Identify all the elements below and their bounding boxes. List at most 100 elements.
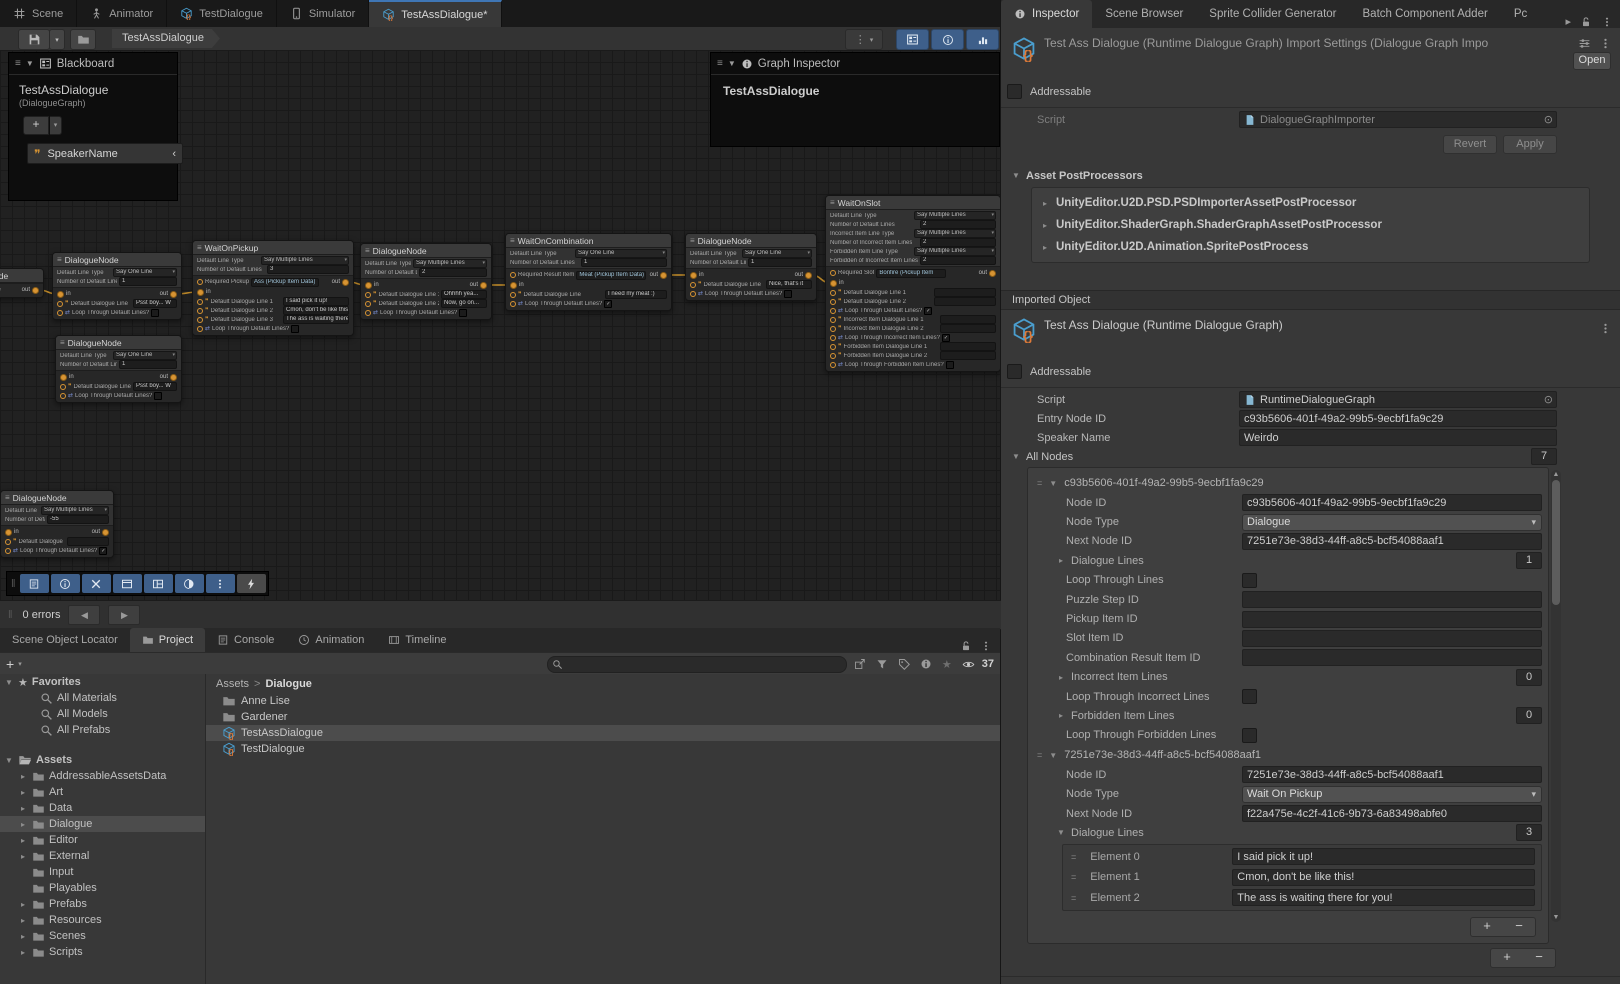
object-field[interactable]: Meat (Pickup Item Data) xyxy=(576,271,646,280)
postprocessor-item[interactable]: ▸UnityEditor.ShaderGraph.ShaderGraphAsse… xyxy=(1032,214,1589,236)
port-icon[interactable] xyxy=(102,529,109,536)
toggle-minimap-button[interactable] xyxy=(966,29,999,50)
graph-node-waitonpickup[interactable]: ≡WaitOnPickupDefault Line TypeSay Multip… xyxy=(192,240,354,336)
node-text-field[interactable]: I said pick it up! xyxy=(283,297,349,306)
addressable-checkbox[interactable] xyxy=(1007,84,1022,99)
port-icon[interactable] xyxy=(830,280,837,287)
expand-arrow-icon[interactable]: ▸ xyxy=(18,900,28,909)
graph-node-waitoncombination[interactable]: ≡WaitOnCombinationDefault Line TypeSay O… xyxy=(505,233,672,311)
tab-console[interactable]: Console xyxy=(205,628,286,652)
text-field[interactable] xyxy=(1242,611,1542,628)
add-parameter-caret[interactable]: ▾ xyxy=(50,116,62,135)
dropdown-field[interactable]: Wait On Pickup xyxy=(1242,786,1542,803)
text-field[interactable] xyxy=(1242,591,1542,608)
file-item-testassdialogue[interactable]: {}TestAssDialogue xyxy=(206,725,1000,741)
expand-arrow-icon[interactable]: ▸ xyxy=(18,916,28,925)
object-picker-icon[interactable]: ⊙ xyxy=(1544,113,1553,126)
apply-button[interactable]: Apply xyxy=(1503,135,1557,154)
toolbar-info-button[interactable] xyxy=(51,574,80,593)
toolbar-tools-button[interactable] xyxy=(82,574,111,593)
tab-scene[interactable]: Scene xyxy=(0,0,77,27)
port-icon[interactable] xyxy=(690,272,697,279)
drag-handle-icon[interactable]: = xyxy=(1071,852,1076,862)
blackboard-panel[interactable]: ≡ ▼ Blackboard TestAssDialogue (Dialogue… xyxy=(8,52,178,201)
graph-canvas[interactable]: ≡ ▼ Blackboard TestAssDialogue (Dialogue… xyxy=(0,50,1000,600)
collapse-icon[interactable]: ▼ xyxy=(1048,751,1058,760)
toolbar-window-button[interactable] xyxy=(113,574,142,593)
node-dropdown[interactable]: Say One Line xyxy=(113,351,177,360)
port-icon[interactable] xyxy=(510,282,517,289)
expand-arrow-icon[interactable]: ▸ xyxy=(18,948,28,957)
toolbar-layout-button[interactable] xyxy=(144,574,173,593)
collapse-icon[interactable]: ▼ xyxy=(4,756,14,765)
scroll-tabs-icon[interactable]: ▸ xyxy=(1565,15,1571,28)
graph-node-dialoguenode[interactable]: ≡DialogueNodeDefault Line TypeSay One Li… xyxy=(52,252,182,320)
foldout-row[interactable]: ▼Dialogue Lines3 xyxy=(1028,823,1548,842)
node-text-field[interactable]: Now, go on... xyxy=(441,299,487,308)
prev-error-button[interactable]: ◀ xyxy=(68,605,100,625)
node-dropdown[interactable]: Say One Line xyxy=(742,249,812,258)
expand-arrow-icon[interactable]: ▸ xyxy=(1056,673,1066,682)
drag-handle-icon[interactable]: = xyxy=(1037,478,1042,488)
object-field[interactable]: Ass (Pickup Item Data) xyxy=(251,278,319,287)
node-title-bar[interactable]: ≡WaitOnCombination xyxy=(506,234,671,248)
dropdown-field[interactable]: Dialogue xyxy=(1242,514,1542,531)
breadcrumb-root[interactable]: Assets xyxy=(216,678,249,690)
node-dropdown[interactable]: Say One Line xyxy=(575,249,667,258)
drag-handle-icon[interactable]: = xyxy=(1071,893,1076,903)
inspector-tab-batch-component-adder[interactable]: Batch Component Adder xyxy=(1350,0,1501,28)
next-error-button[interactable]: ▶ xyxy=(108,605,140,625)
text-field[interactable]: 7251e73e-38d3-44ff-a8c5-bcf54088aaf1 xyxy=(1242,766,1542,783)
tree-folder-data[interactable]: ▸Data xyxy=(0,800,205,816)
add-parameter-button[interactable]: + xyxy=(23,116,49,135)
text-field[interactable]: Cmon, don't be like this! xyxy=(1232,869,1535,886)
node-title-bar[interactable]: ≡DialogueNode xyxy=(53,253,181,267)
file-item-gardener[interactable]: Gardener xyxy=(206,709,1000,725)
eye-icon[interactable] xyxy=(962,658,975,671)
text-field[interactable]: c93b5606-401f-49a2-99b5-9ecbf1fa9c29 xyxy=(1239,410,1557,427)
node-number-field[interactable]: 1 xyxy=(119,360,177,369)
node-text-field[interactable] xyxy=(940,315,996,324)
file-item-annelise[interactable]: Anne Lise xyxy=(206,693,1000,709)
port-icon[interactable] xyxy=(32,287,39,294)
toolbar-kebab-button[interactable] xyxy=(206,574,235,593)
node-number-field[interactable]: 2 xyxy=(920,220,996,229)
tree-folder-scripts[interactable]: ▸Scripts xyxy=(0,944,205,960)
node-entry-header[interactable]: =▼c93b5606-401f-49a2-99b5-9ecbf1fa9c29 xyxy=(1028,473,1548,493)
inspector-tab-inspector[interactable]: Inspector xyxy=(1001,0,1092,28)
node-entry-header[interactable]: =▼7251e73e-38d3-44ff-a8c5-bcf54088aaf1 xyxy=(1028,745,1548,765)
scroll-up-icon[interactable]: ▲ xyxy=(1551,471,1561,478)
open-asset-button[interactable] xyxy=(70,29,96,50)
node-checkbox[interactable]: ✓ xyxy=(604,300,612,308)
node-dropdown[interactable]: Say Multiple Lines xyxy=(914,247,996,256)
tree-folder-prefabs[interactable]: ▸Prefabs xyxy=(0,896,205,912)
tree-folder-scenes[interactable]: ▸Scenes xyxy=(0,928,205,944)
postprocessor-item[interactable]: ▸UnityEditor.U2D.Animation.SpritePostPro… xyxy=(1032,236,1589,258)
text-field[interactable]: f22a475e-4c2f-41c6-9b73-6a83498abfe0 xyxy=(1242,805,1542,822)
node-title-bar[interactable]: ≡DialogueNode xyxy=(361,244,491,258)
expand-arrow-icon[interactable]: ▸ xyxy=(1040,199,1050,208)
node-dropdown[interactable]: Say One Line xyxy=(113,268,177,277)
node-text-field[interactable] xyxy=(934,297,996,306)
tab-scene-object-locator[interactable]: Scene Object Locator xyxy=(0,628,130,652)
foldout-row[interactable]: ▸Forbidden Item Lines0 xyxy=(1028,706,1548,725)
revert-button[interactable]: Revert xyxy=(1443,135,1497,154)
expand-arrow-icon[interactable]: ▸ xyxy=(1040,221,1050,230)
tab-simulator[interactable]: Simulator xyxy=(277,0,369,27)
toolbar-doc-button[interactable] xyxy=(20,574,49,593)
postprocessors-foldout[interactable]: ▼Asset PostProcessors xyxy=(1001,166,1620,185)
addressable-checkbox[interactable] xyxy=(1007,364,1022,379)
node-text-field[interactable]: I need my meat :) xyxy=(605,290,667,299)
node-number-field[interactable]: 3 xyxy=(267,265,349,274)
element-row[interactable]: =Element 1Cmon, don't be like this! xyxy=(1063,867,1541,888)
open-search-window-icon[interactable] xyxy=(854,658,866,670)
expand-arrow-icon[interactable]: ▸ xyxy=(18,932,28,941)
drag-handle-icon[interactable]: ‖ xyxy=(6,609,15,621)
toggle-graph-inspector-button[interactable] xyxy=(931,29,964,50)
tree-folder-playables[interactable]: Playables xyxy=(0,880,205,896)
drag-handle-icon[interactable]: = xyxy=(1071,872,1076,882)
port-icon[interactable] xyxy=(805,272,812,279)
collapse-chevron-icon[interactable]: ‹ xyxy=(172,148,176,160)
tree-folder-external[interactable]: ▸External xyxy=(0,848,205,864)
expand-arrow-icon[interactable]: ▸ xyxy=(1040,243,1050,252)
